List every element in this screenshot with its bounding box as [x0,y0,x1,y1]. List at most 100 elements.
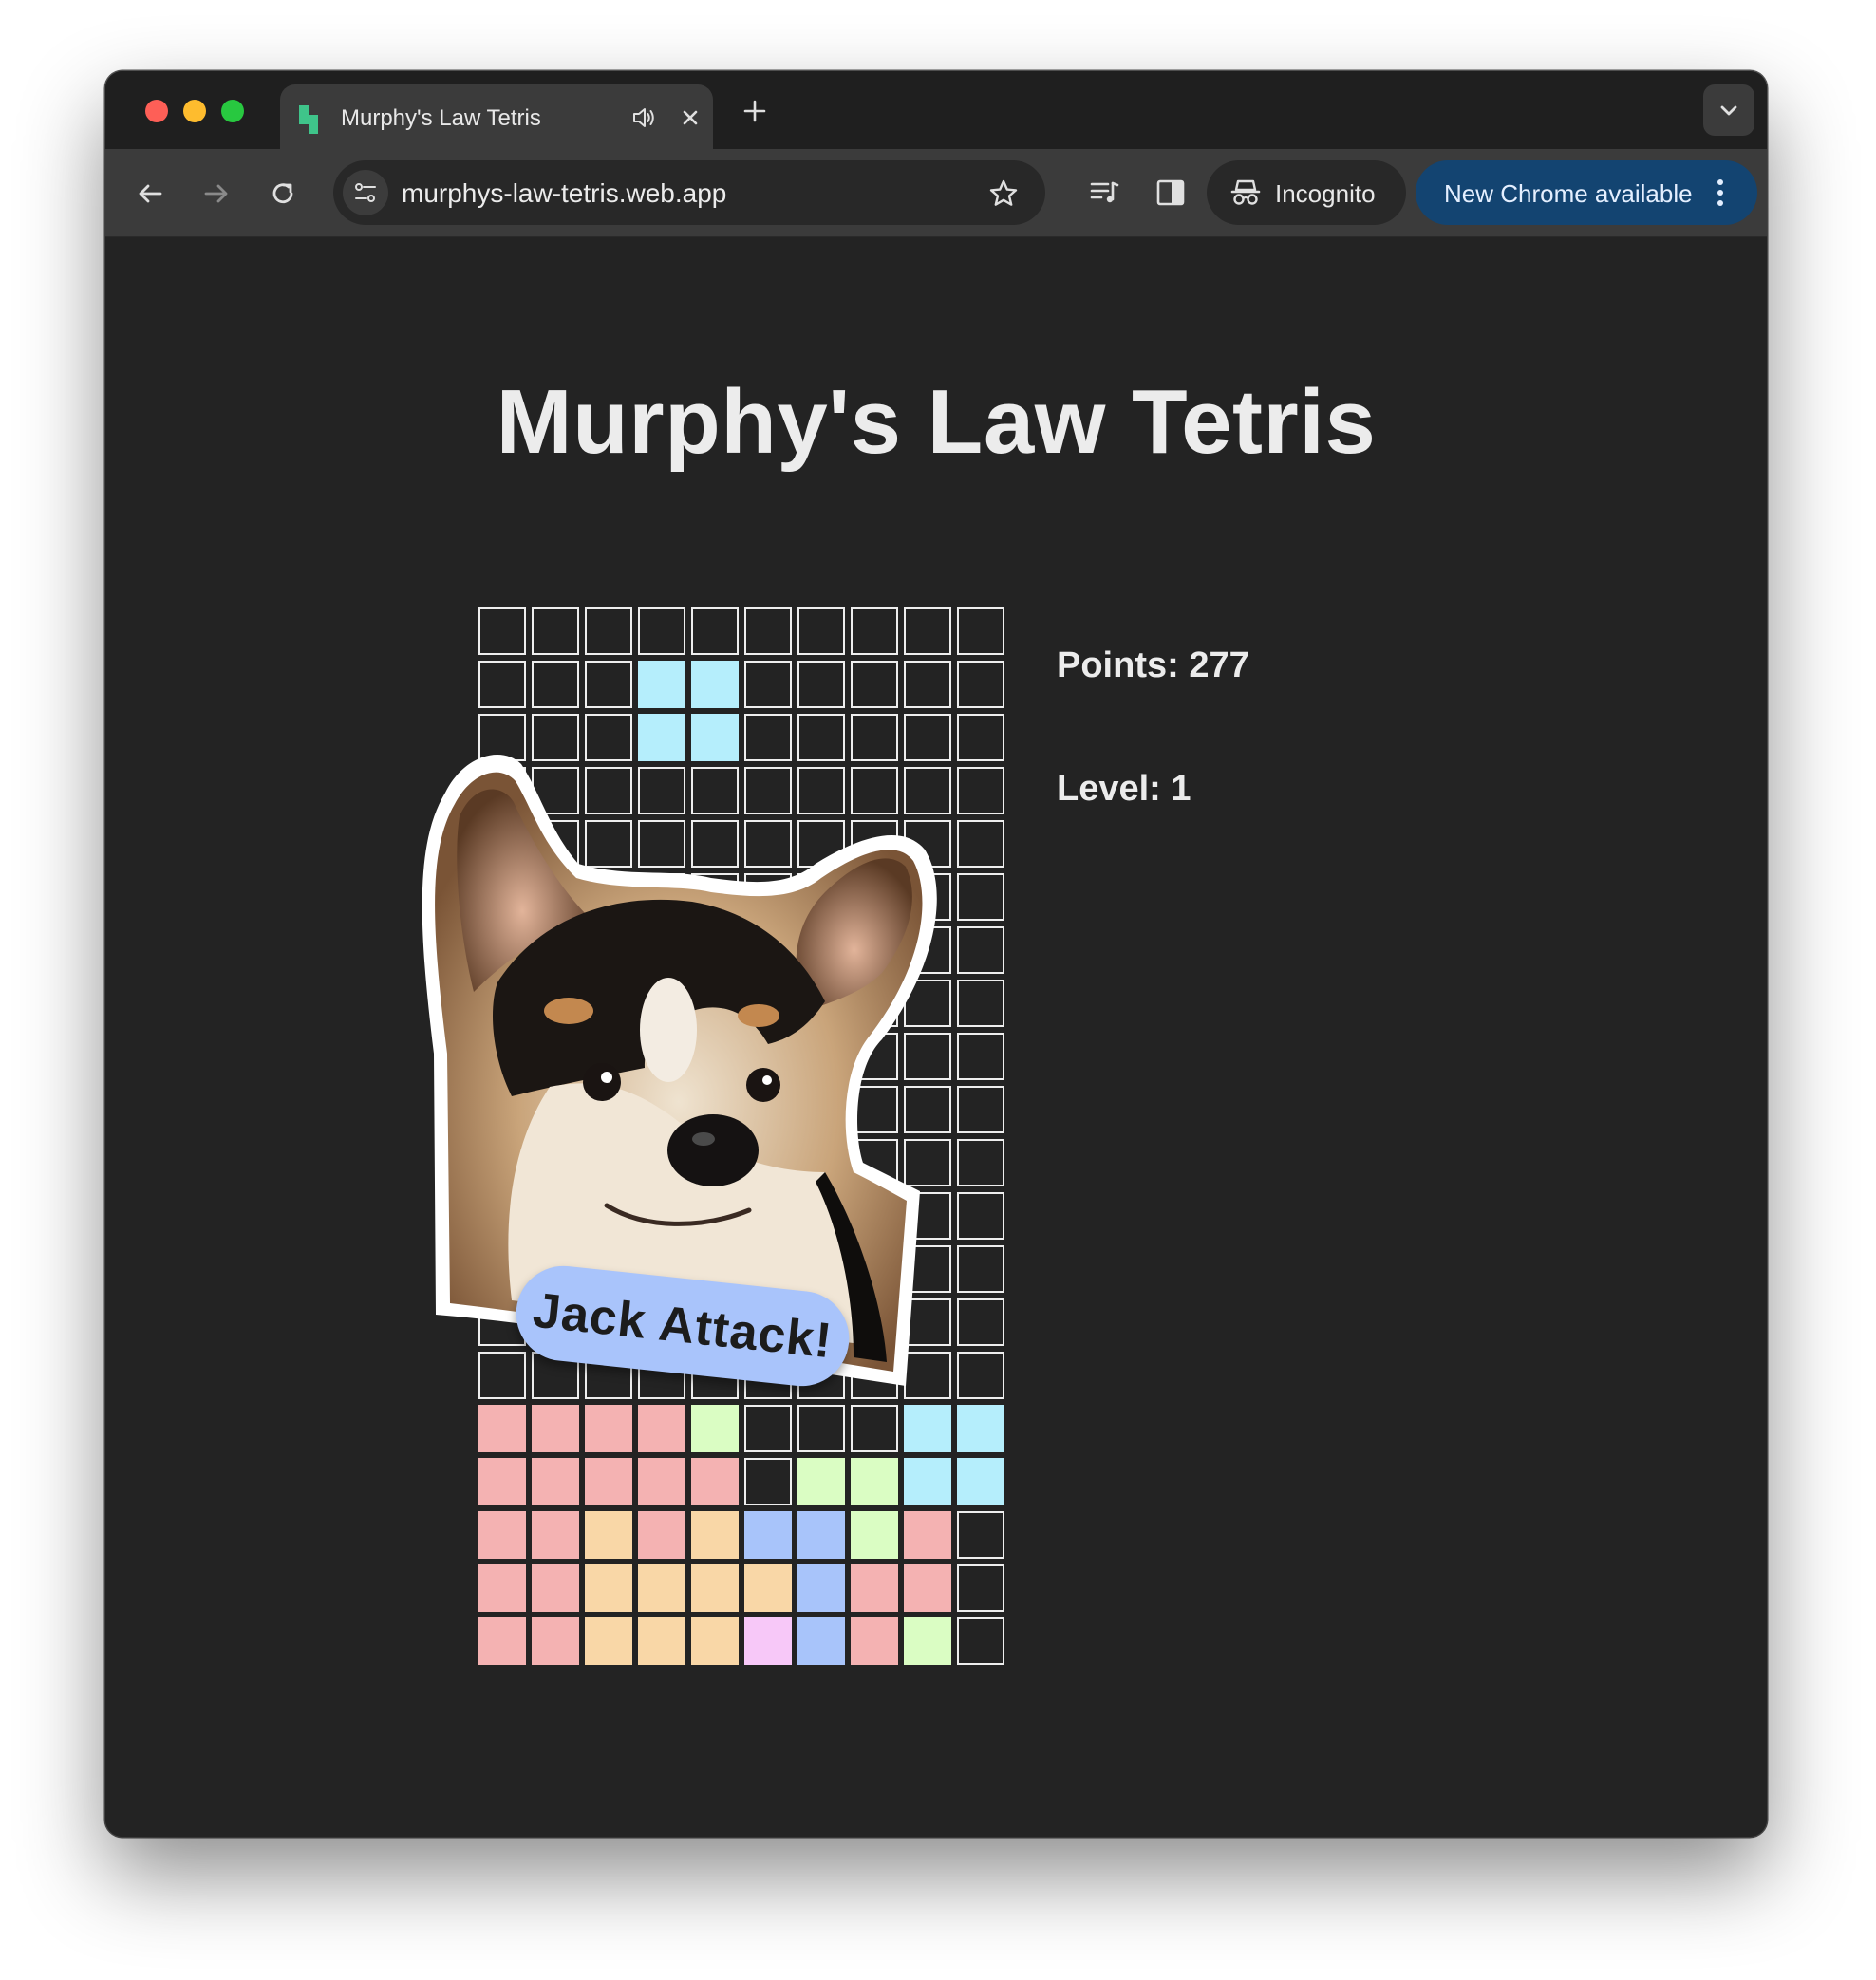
new-chrome-available-button[interactable]: New Chrome available [1416,160,1757,225]
board-cell-empty [585,607,632,655]
board-cell-filled [744,1564,792,1612]
board-cell-filled [904,1617,951,1665]
board-cell-filled [691,1405,739,1452]
incognito-indicator[interactable]: Incognito [1207,160,1406,225]
board-cell-empty [904,661,951,708]
board-cell-filled [904,1511,951,1559]
board-cell-filled [691,1511,739,1559]
board-cell-filled [904,1458,951,1505]
side-panel-icon[interactable] [1154,176,1188,210]
board-cell-filled [744,1511,792,1559]
maximize-window-button[interactable] [221,100,244,122]
board-cell-empty [957,1511,1004,1559]
board-cell-empty [638,607,685,655]
board-cell-filled [478,1511,526,1559]
browser-window: Murphy's Law Tetris murphys-law-tetris.w… [105,71,1767,1837]
tab-search-button[interactable] [1703,84,1754,136]
board-cell-filled [532,1511,579,1559]
board-cell-filled [851,1617,898,1665]
board-cell-filled [851,1564,898,1612]
close-window-button[interactable] [145,100,168,122]
page-title: Murphy's Law Tetris [496,371,1377,473]
board-cell-empty [957,661,1004,708]
board-cell-filled [691,1564,739,1612]
update-label: New Chrome available [1444,179,1693,208]
board-cell-filled [638,661,685,708]
board-cell-filled [585,1617,632,1665]
bookmark-star-icon[interactable] [986,177,1021,211]
address-bar[interactable]: murphys-law-tetris.web.app [333,160,1045,225]
board-cell-empty [904,607,951,655]
board-cell-filled [478,1564,526,1612]
board-cell-filled [691,1458,739,1505]
board-cell-filled [851,1511,898,1559]
board-cell-filled [797,1617,845,1665]
board-cell-empty [744,1405,792,1452]
board-cell-filled [585,1405,632,1452]
board-cell-filled [797,1458,845,1505]
points-display: Points: 277 [1057,645,1249,685]
board-cell-filled [478,1458,526,1505]
board-cell-filled [532,1564,579,1612]
board-cell-filled [585,1458,632,1505]
board-cell-filled [585,1511,632,1559]
url-text[interactable]: murphys-law-tetris.web.app [402,178,726,209]
board-cell-filled [532,1617,579,1665]
board-cell-empty [851,1405,898,1452]
board-cell-filled [478,1617,526,1665]
board-cell-filled [797,1564,845,1612]
board-cell-filled [638,1617,685,1665]
kebab-menu-icon[interactable] [1716,179,1725,208]
board-cell-empty [957,607,1004,655]
incognito-label: Incognito [1275,179,1376,208]
board-cell-filled [585,1564,632,1612]
board-cell-empty [851,607,898,655]
board-cell-filled [904,1564,951,1612]
reload-icon[interactable] [267,177,299,210]
new-tab-icon[interactable] [741,98,768,124]
board-cell-filled [638,1511,685,1559]
board-cell-empty [585,661,632,708]
board-cell-empty [957,1564,1004,1612]
board-cell-empty [797,1405,845,1452]
site-info-button[interactable] [343,170,388,215]
board-cell-filled [478,1405,526,1452]
board-cell-filled [691,661,739,708]
board-cell-empty [478,661,526,708]
minimize-window-button[interactable] [183,100,206,122]
board-cell-filled [638,1405,685,1452]
board-cell-filled [532,1405,579,1452]
board-cell-empty [532,661,579,708]
tune-icon [355,183,376,202]
media-controls-icon[interactable] [1087,176,1121,210]
tab-title: Murphy's Law Tetris [341,105,541,131]
board-cell-filled [744,1617,792,1665]
board-cell-filled [691,1617,739,1665]
level-display: Level: 1 [1057,769,1191,809]
board-cell-filled [904,1405,951,1452]
browser-toolbar: murphys-law-tetris.web.app Incognito New… [105,149,1767,237]
board-cell-empty [691,607,739,655]
back-arrow-icon[interactable] [134,177,166,210]
tab-murphys-law-tetris[interactable]: Murphy's Law Tetris [280,84,713,149]
forward-arrow-icon[interactable] [200,177,233,210]
board-cell-empty [851,661,898,708]
board-cell-filled [638,1458,685,1505]
board-cell-empty [744,1458,792,1505]
board-cell-empty [532,607,579,655]
speaker-icon[interactable] [629,103,658,132]
board-cell-empty [744,607,792,655]
board-cell-filled [797,1511,845,1559]
board-cell-filled [851,1458,898,1505]
board-cell-empty [744,661,792,708]
board-cell-empty [957,1617,1004,1665]
title-bar: Murphy's Law Tetris [105,71,1767,149]
sticker-text: Jack Attack! [530,1282,835,1370]
close-tab-icon[interactable] [677,104,704,131]
board-cell-filled [638,1564,685,1612]
board-cell-filled [532,1458,579,1505]
page-content: Murphy's Law Tetris Points: 277 Level: 1 [105,237,1767,1837]
chevron-down-icon [1720,105,1737,116]
board-cell-filled [957,1458,1004,1505]
incognito-icon [1230,179,1261,205]
